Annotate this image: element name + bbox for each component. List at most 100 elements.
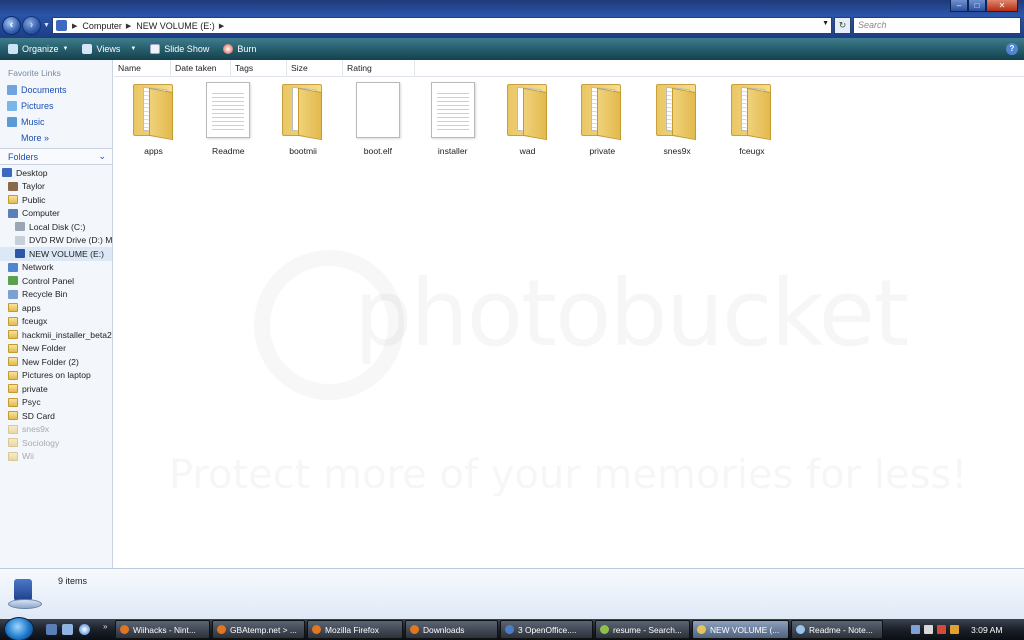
column-rating[interactable]: Rating xyxy=(343,60,415,77)
file-item[interactable]: bootmii xyxy=(266,80,341,156)
favorite-pictures[interactable]: Pictures xyxy=(0,98,112,114)
tree-item[interactable]: Computer xyxy=(0,207,112,221)
tree-item[interactable]: Public xyxy=(0,193,112,207)
tree-item[interactable]: New Folder xyxy=(0,342,112,356)
tree-item[interactable]: DVD RW Drive (D:) My xyxy=(0,234,112,248)
internet-explorer-icon[interactable] xyxy=(79,624,90,635)
tray-app-icon[interactable] xyxy=(950,625,959,634)
tree-item-label: DVD RW Drive (D:) My xyxy=(29,235,113,246)
file-item[interactable]: Readme xyxy=(191,80,266,156)
column-tags[interactable]: Tags xyxy=(231,60,287,77)
tree-item[interactable]: private xyxy=(0,382,112,396)
taskbar-button[interactable]: Downloads xyxy=(405,620,498,639)
forward-button[interactable]: › xyxy=(22,16,41,35)
tree-item[interactable]: Sociology xyxy=(0,436,112,450)
burn-button[interactable]: Burn xyxy=(223,44,256,54)
file-item[interactable]: private xyxy=(565,80,640,156)
search-icon xyxy=(600,625,609,634)
tree-item[interactable]: Psyc xyxy=(0,396,112,410)
volume-icon[interactable] xyxy=(924,625,933,634)
refresh-button[interactable]: ↻ xyxy=(834,17,851,34)
tree-item[interactable]: Local Disk (C:) xyxy=(0,220,112,234)
file-item[interactable]: apps xyxy=(116,80,191,156)
search-input[interactable]: Search xyxy=(853,17,1021,34)
file-item[interactable]: fceugx xyxy=(714,80,789,156)
maximize-button[interactable]: □ xyxy=(968,0,986,12)
column-name[interactable]: Name xyxy=(114,60,171,77)
tree-item[interactable]: Desktop xyxy=(0,166,112,180)
folder-icon xyxy=(8,384,18,394)
tree-item[interactable]: Control Panel xyxy=(0,274,112,288)
favorite-documents[interactable]: Documents xyxy=(0,82,112,98)
tree-item[interactable]: Network xyxy=(0,261,112,275)
tree-item-label: fceugx xyxy=(22,316,48,327)
tree-item[interactable]: New Folder (2) xyxy=(0,355,112,369)
tree-item[interactable]: Pictures on laptop xyxy=(0,369,112,383)
recent-pages-dropdown[interactable]: ▼ xyxy=(43,22,50,29)
taskbar-button[interactable]: 3 OpenOffice.... xyxy=(500,620,593,639)
tree-item[interactable]: hackmii_installer_beta2 xyxy=(0,328,112,342)
chevron-right-icon[interactable]: ▶ xyxy=(126,22,131,30)
double-chevron-right-icon[interactable]: » xyxy=(103,622,107,631)
security-icon[interactable] xyxy=(937,625,946,634)
views-button[interactable]: Views ▼ xyxy=(82,44,136,54)
breadcrumb-new-volume[interactable]: NEW VOLUME (E:) xyxy=(136,21,215,31)
taskbar-button[interactable]: resume - Search... xyxy=(595,620,690,639)
more-links[interactable]: More » xyxy=(0,130,112,146)
taskbar-button-label: Mozilla Firefox xyxy=(325,624,379,635)
close-button[interactable]: ✕ xyxy=(986,0,1018,12)
file-item[interactable]: snes9x xyxy=(640,80,715,156)
organize-button[interactable]: Organize ▼ xyxy=(8,44,68,54)
taskbar-button[interactable]: Mozilla Firefox xyxy=(307,620,403,639)
column-size[interactable]: Size xyxy=(287,60,343,77)
tree-item[interactable]: fceugx xyxy=(0,315,112,329)
back-button[interactable]: ‹ xyxy=(2,16,21,35)
double-chevron-right-icon: » xyxy=(44,133,50,143)
tree-item[interactable]: Taylor xyxy=(0,180,112,194)
taskbar-button[interactable]: Wiihacks - Nint... xyxy=(115,620,210,639)
taskbar-button[interactable]: Readme - Note... xyxy=(791,620,883,639)
address-bar[interactable]: ▶ Computer ▶ NEW VOLUME (E:) ▶ ▼ xyxy=(52,17,832,34)
taskbar-button-label: 3 OpenOffice.... xyxy=(518,624,577,635)
file-item[interactable]: wad xyxy=(490,80,565,156)
slideshow-label: Slide Show xyxy=(164,44,210,54)
taskbar-button[interactable]: GBAtemp.net > ... xyxy=(212,620,305,639)
tree-item-label: Network xyxy=(22,262,54,273)
dvd-drive-icon xyxy=(15,235,25,245)
tree-item-label: Psyc xyxy=(22,397,41,408)
tree-item[interactable]: apps xyxy=(0,301,112,315)
organize-label: Organize xyxy=(22,44,59,54)
tree-item[interactable]: SD Card xyxy=(0,409,112,423)
chevron-right-icon[interactable]: ▶ xyxy=(219,22,224,30)
firefox-icon xyxy=(217,625,226,634)
firefox-icon xyxy=(120,625,129,634)
favorite-music[interactable]: Music xyxy=(0,114,112,130)
tree-item-label: Local Disk (C:) xyxy=(29,221,86,232)
slideshow-button[interactable]: Slide Show xyxy=(150,44,209,54)
help-icon[interactable]: ? xyxy=(1006,43,1018,55)
file-item[interactable]: installer xyxy=(415,80,490,156)
file-item-label: fceugx xyxy=(739,146,765,156)
folders-header[interactable]: Folders ⌄ xyxy=(0,148,112,165)
minimize-button[interactable]: – xyxy=(950,0,968,12)
breadcrumb-computer[interactable]: Computer xyxy=(82,21,122,31)
file-item[interactable]: boot.elf xyxy=(340,80,415,156)
tree-item[interactable]: Wii xyxy=(0,450,112,464)
folder-icon xyxy=(8,316,18,326)
address-dropdown-icon[interactable]: ▼ xyxy=(822,20,829,27)
switch-windows-icon[interactable] xyxy=(62,624,73,635)
tree-item[interactable]: snes9x xyxy=(0,423,112,437)
column-date-taken[interactable]: Date taken xyxy=(171,60,231,77)
tree-item[interactable]: Recycle Bin xyxy=(0,288,112,302)
tree-item[interactable]: NEW VOLUME (E:) xyxy=(0,247,112,261)
network-icon[interactable] xyxy=(911,625,920,634)
tree-item-label: Public xyxy=(22,194,46,205)
show-desktop-icon[interactable] xyxy=(46,624,57,635)
clock[interactable]: 3:09 AM xyxy=(971,625,1003,635)
taskbar-button[interactable]: NEW VOLUME (... xyxy=(692,620,789,639)
tree-item-label: New Folder xyxy=(22,343,66,354)
taskbar-button-label: Wiihacks - Nint... xyxy=(133,624,196,635)
start-button[interactable] xyxy=(4,617,34,640)
chevron-right-icon[interactable]: ▶ xyxy=(72,22,77,30)
music-icon xyxy=(7,117,17,127)
